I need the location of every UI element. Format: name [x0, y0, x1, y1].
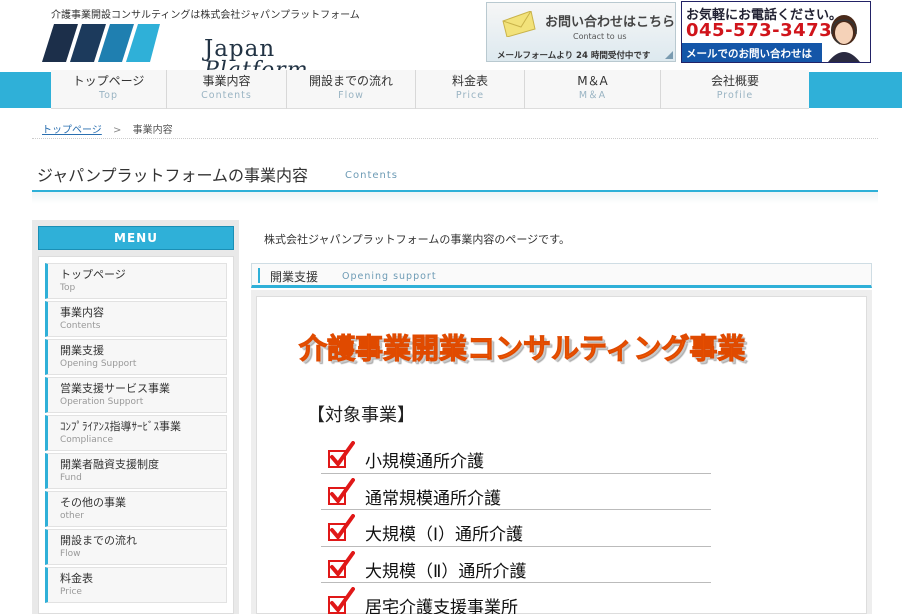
nav-item-label: 料金表 — [451, 74, 488, 88]
list-item-text: 通常規模通所介護 — [365, 488, 501, 509]
nav-item-price[interactable]: 料金表 Price — [415, 70, 524, 109]
nav-item-sublabel: Price — [455, 90, 485, 101]
list-item: 通常規模通所介護 — [321, 474, 711, 510]
list-item-text: 居宅介護支援事業所 — [365, 598, 518, 614]
phone-number: 045-573-3473 — [686, 20, 833, 41]
sidebar-item-sublabel: other — [60, 511, 84, 521]
list-item: 居宅介護支援事業所 — [321, 583, 711, 614]
logo-mark-icon — [42, 24, 160, 62]
sidebar-item-label: 料金表 — [60, 572, 93, 585]
envelope-icon — [502, 11, 536, 37]
intro-text: 株式会社ジャパンプラットフォームの事業内容のページです。 — [264, 233, 571, 246]
sidebar-item-sublabel: Fund — [60, 473, 82, 483]
sidebar-item-price[interactable]: 料金表 Price — [45, 567, 227, 603]
nav-item-label: M＆A — [577, 74, 608, 88]
sidebar-item-label: 開業支援 — [60, 344, 104, 357]
sidebar-item-label: 開業者融資支援制度 — [60, 458, 159, 471]
nav-item-label: 事業内容 — [202, 74, 251, 88]
section-heading-sublabel: Opening support — [342, 271, 437, 282]
checkmark-icon — [328, 514, 355, 541]
contact-banner-subtitle: Contact to us — [573, 32, 627, 41]
sidebar-item-sublabel: Opening Support — [60, 359, 137, 369]
logo-line-1: Japan — [204, 36, 276, 62]
list-item: 大規模（Ⅱ）通所介護 — [321, 547, 711, 583]
checkmark-icon — [328, 550, 355, 578]
sidebar-item-contents[interactable]: 事業内容 Contents — [45, 301, 227, 337]
sidebar-item-label: トップページ — [60, 268, 126, 281]
service-banner-title: 介護事業開業コンサルティング事業 — [298, 332, 746, 366]
sidebar-item-label: その他の事業 — [60, 496, 126, 509]
sidebar: MENU トップページ Top 事業内容 Contents 開業支援 Openi… — [32, 220, 239, 614]
sidebar-item-operation-support[interactable]: 営業支援サービス事業 Operation Support — [45, 377, 227, 413]
list-item-text: 大規模（Ⅰ）通所介護 — [365, 525, 524, 545]
nav-item-sublabel: M＆A — [578, 90, 607, 101]
list-item: 大規模（Ⅰ）通所介護 — [321, 510, 711, 547]
header-tagline: 介護事業開設コンサルティングは株式会社ジャパンプラットフォーム — [51, 10, 360, 21]
service-banner-image: 介護事業開業コンサルティング事業 【対象事業】 小規模通所介護 通常規模通所介護 — [256, 296, 867, 614]
sidebar-item-fund[interactable]: 開業者融資支援制度 Fund — [45, 453, 227, 489]
nav-item-label: 会社概要 — [710, 74, 759, 88]
sidebar-item-compliance[interactable]: ｺﾝﾌﾟﾗｲｱﾝｽ指導ｻｰﾋﾞｽ事業 Compliance — [45, 415, 227, 451]
target-business-list: 小規模通所介護 通常規模通所介護 大規模（Ⅰ）通所介護 大規模（Ⅱ）通所介護 居… — [321, 437, 711, 614]
title-shadow — [32, 192, 878, 204]
page-title: ジャパンプラットフォームの事業内容 — [37, 166, 309, 185]
sidebar-item-sublabel: Contents — [60, 321, 101, 331]
sidebar-item-sublabel: Price — [60, 587, 82, 597]
checkmark-icon — [328, 587, 355, 614]
content-frame: 介護事業開業コンサルティング事業 【対象事業】 小規模通所介護 通常規模通所介護 — [251, 290, 872, 614]
phone-banner[interactable]: お気軽にお電話ください。 045-573-3473 メールでのお問い合わせはこち… — [681, 1, 871, 75]
sidebar-item-sublabel: Compliance — [60, 435, 113, 445]
sidebar-item-label: ｺﾝﾌﾟﾗｲｱﾝｽ指導ｻｰﾋﾞｽ事業 — [60, 420, 181, 433]
sidebar-item-label: 事業内容 — [60, 306, 104, 319]
nav-item-ma[interactable]: M＆A M＆A — [524, 70, 660, 109]
nav-item-profile[interactable]: 会社概要 Profile — [660, 70, 809, 109]
nav-item-label: トップページ — [72, 74, 145, 88]
section-heading-label: 開業支援 — [270, 270, 319, 284]
list-item-text: 大規模（Ⅱ）通所介護 — [365, 561, 527, 582]
nav-item-top[interactable]: トップページ Top — [51, 70, 166, 109]
sidebar-item-top[interactable]: トップページ Top — [45, 263, 227, 299]
nav-item-sublabel: Top — [98, 90, 119, 101]
sidebar-menu: トップページ Top 事業内容 Contents 開業支援 Opening Su… — [38, 256, 234, 614]
sidebar-item-opening-support[interactable]: 開業支援 Opening Support — [45, 339, 227, 375]
list-item-text: 小規模通所介護 — [365, 452, 484, 472]
nav-item-label: 開設までの流れ — [308, 74, 393, 88]
sidebar-item-sublabel: Top — [60, 283, 76, 293]
breadcrumb-divider — [32, 138, 878, 139]
breadcrumb: トップページ > 事業内容 — [42, 121, 173, 136]
breadcrumb-current: 事業内容 — [132, 125, 173, 136]
sidebar-item-sublabel: Operation Support — [60, 397, 144, 407]
section-heading: 開業支援 Opening support — [251, 263, 872, 288]
phone-banner-mail-link: メールでのお問い合わせはこちら — [682, 43, 822, 75]
main-nav: トップページ Top 事業内容 Contents 開設までの流れ Flow 料金… — [51, 70, 809, 109]
nav-item-sublabel: Profile — [716, 90, 754, 101]
contact-banner-note: メールフォームより 24 時間受付中です — [497, 51, 651, 61]
site-logo[interactable]: Japan Platform — [42, 20, 308, 82]
list-item: 小規模通所介護 — [321, 437, 711, 474]
nav-item-sublabel: Flow — [338, 90, 364, 101]
contact-banner[interactable]: お問い合わせはこちら Contact to us メールフォームより 24 時間… — [486, 2, 676, 62]
sidebar-menu-heading: MENU — [38, 226, 234, 250]
page-title-en: Contents — [345, 170, 398, 181]
operator-woman-icon — [828, 15, 860, 62]
sidebar-item-label: 開設までの流れ — [60, 534, 137, 547]
nav-item-sublabel: Contents — [201, 90, 252, 101]
nav-item-contents[interactable]: 事業内容 Contents — [166, 70, 286, 109]
corner-arrow-icon — [665, 51, 673, 59]
sidebar-item-sublabel: Flow — [60, 549, 81, 559]
target-business-label: 【対象事業】 — [307, 405, 415, 426]
nav-item-flow[interactable]: 開設までの流れ Flow — [286, 70, 415, 109]
breadcrumb-separator: > — [113, 125, 122, 136]
section-heading-bar — [258, 268, 260, 283]
breadcrumb-home-link[interactable]: トップページ — [42, 125, 102, 136]
checkmark-icon — [328, 477, 355, 505]
contact-banner-title: お問い合わせはこちら — [545, 15, 676, 30]
sidebar-item-flow[interactable]: 開設までの流れ Flow — [45, 529, 227, 565]
sidebar-item-label: 営業支援サービス事業 — [60, 382, 170, 395]
sidebar-item-other[interactable]: その他の事業 other — [45, 491, 227, 527]
checkmark-icon — [328, 441, 355, 468]
